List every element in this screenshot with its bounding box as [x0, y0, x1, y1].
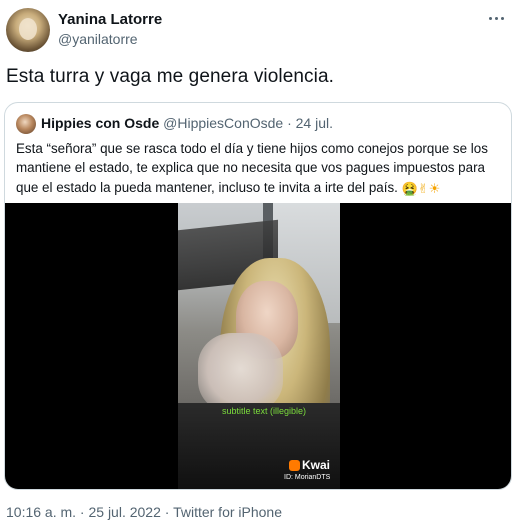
quoted-header: Hippies con Osde @HippiesConOsde · 24 ju… — [41, 115, 333, 131]
nauseated-face-icon: 🤮 — [401, 180, 418, 196]
author-avatar[interactable] — [6, 8, 50, 52]
quoted-avatar[interactable] — [16, 114, 36, 134]
quoted-tweet[interactable]: Hippies con Osde @HippiesConOsde · 24 ju… — [4, 102, 512, 490]
video-caption: subtitle text (illegible) — [222, 406, 307, 416]
video-person-hand — [198, 333, 283, 413]
kwai-label: Kwai — [302, 458, 331, 472]
quoted-author-handle[interactable]: @HippiesConOsde — [163, 115, 283, 131]
more-options-icon[interactable] — [484, 10, 508, 26]
sun-icon: ☀ — [428, 180, 441, 196]
tweet-timestamp[interactable]: 10:16 a. m. · 25 jul. 2022 · Twitter for… — [6, 504, 282, 520]
tweet-text: Esta turra y vaga me genera violencia. — [6, 66, 335, 87]
quoted-date[interactable]: 24 jul. — [296, 115, 333, 131]
quoted-video[interactable]: subtitle text (illegible) Kwai ID: Moria… — [5, 203, 511, 489]
kwai-user-id: ID: MorianDTS — [284, 474, 331, 481]
author-handle[interactable]: @yanilatorre — [58, 31, 138, 47]
kwai-watermark: Kwai — [289, 458, 330, 472]
victory-hand-icon: ✌ — [417, 180, 429, 196]
quoted-separator: · — [287, 115, 292, 131]
author-name[interactable]: Yanina Latorre — [58, 11, 162, 28]
kwai-icon — [289, 459, 300, 471]
video-frame[interactable]: subtitle text (illegible) Kwai ID: Moria… — [178, 203, 340, 489]
quoted-text: Esta “señora” que se rasca todo el día y… — [16, 139, 504, 197]
quoted-author-name[interactable]: Hippies con Osde — [41, 115, 159, 131]
